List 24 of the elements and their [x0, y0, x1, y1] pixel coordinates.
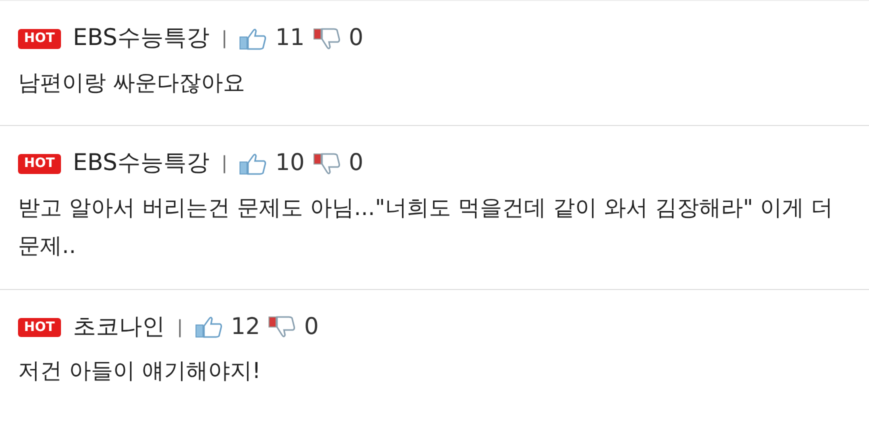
hot-badge: HOT: [18, 29, 61, 49]
dislike-count: 0: [348, 25, 364, 53]
separator: |: [221, 153, 228, 175]
thumbs-down-icon[interactable]: [312, 152, 341, 176]
author-name: EBS수능특강: [72, 150, 210, 178]
separator: |: [176, 316, 183, 338]
thumbs-down-icon[interactable]: [312, 26, 341, 51]
comment-text: 받고 알아서 버리는건 문제도 아님..."너희도 먹을건데 같이 와서 김장해라" 이게 더 문제..: [18, 194, 834, 262]
thumbs-up-icon[interactable]: [194, 315, 223, 340]
like-count: 11: [275, 25, 305, 53]
comment-text: 저건 아들이 얘기해야지!: [18, 358, 262, 386]
hot-badge: HOT: [18, 154, 61, 174]
author-name: 초코나인: [72, 314, 165, 342]
thumbs-down-icon[interactable]: [268, 315, 296, 340]
thumbs-up-icon[interactable]: [239, 26, 268, 51]
thumbs-up-icon[interactable]: [239, 152, 268, 176]
dislike-count: 0: [304, 314, 319, 342]
hot-badge: HOT: [18, 318, 61, 338]
comment-text: 남편이랑 싸운다잖아요: [18, 70, 246, 98]
separator: |: [221, 28, 228, 50]
like-count: 10: [275, 150, 305, 178]
author-name: EBS수능특강: [72, 25, 210, 53]
like-count: 12: [230, 314, 260, 342]
dislike-count: 0: [348, 150, 364, 178]
